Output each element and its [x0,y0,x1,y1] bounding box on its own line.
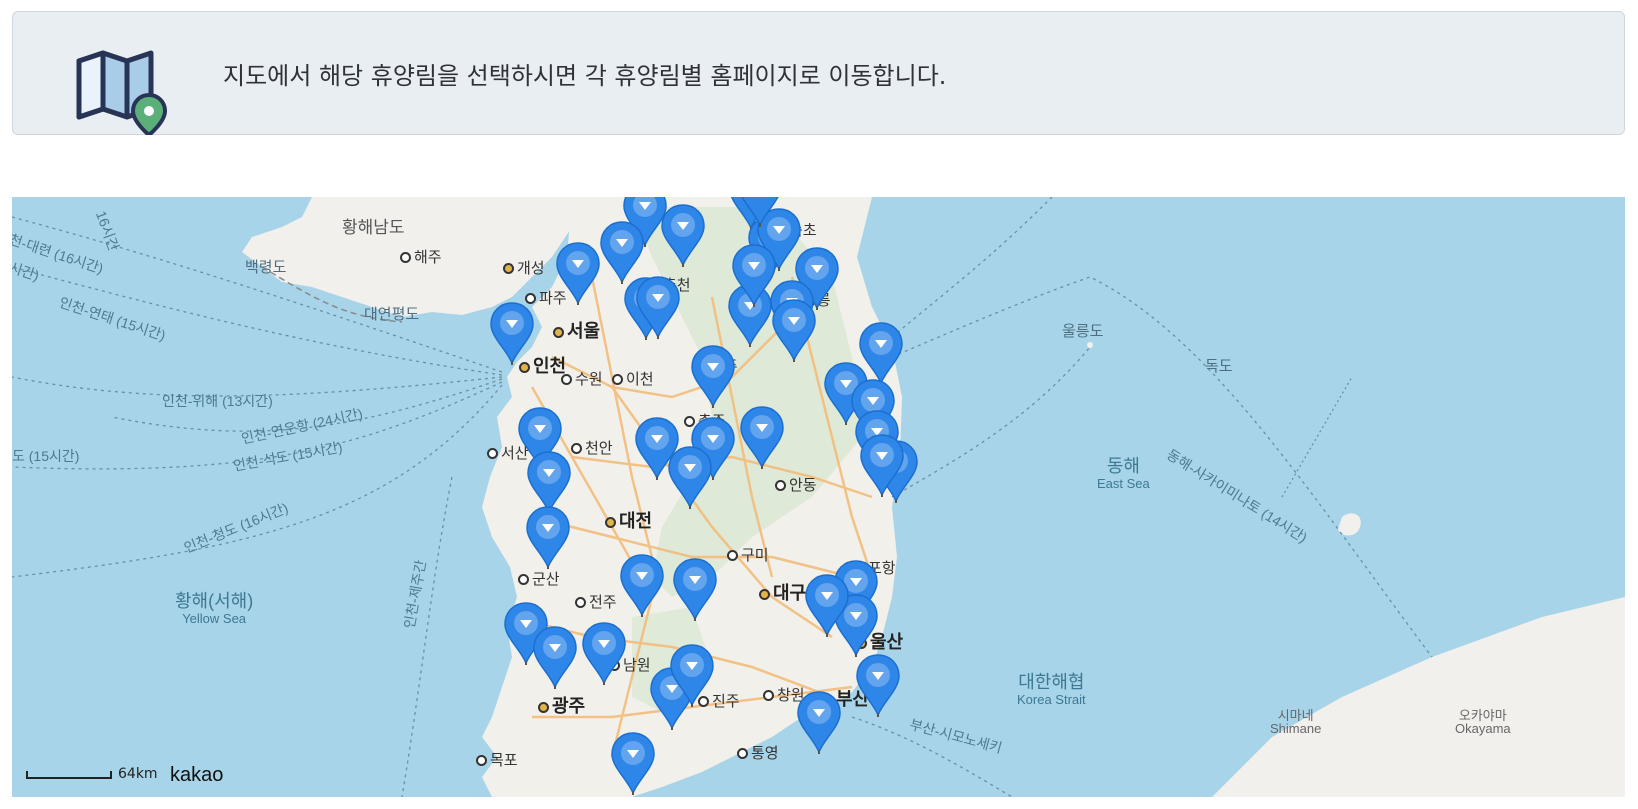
island-label: 울릉도 [1062,323,1104,340]
place-label: 이천 [612,372,654,387]
recreation-forest-marker[interactable] [635,275,681,339]
map-marker-icon [661,204,705,267]
info-banner: 지도에서 해당 휴양림을 선택하시면 각 휴양림별 홈페이지로 이동합니다. [12,11,1625,135]
route-label: 인천-위해 (13시간) [162,393,273,409]
map-marker-icon [772,299,816,362]
place-label: 천안 [571,441,613,456]
recreation-forest-marker[interactable] [804,573,850,637]
map-marker-icon [740,406,784,469]
recreation-forest-marker[interactable] [796,690,842,754]
map-marker-icon [732,244,776,307]
place-label: 통영 [737,746,779,761]
place-label: 군산 [518,572,560,587]
place-label-japan: 시마네 Shimane [1270,708,1322,736]
sea-label: 황해(서해) Yellow Sea [175,591,254,626]
map-marker-icon [670,644,714,707]
recreation-forest-marker[interactable] [525,505,571,569]
place-label: 구미 [727,548,769,563]
recreation-forest-marker[interactable] [731,243,777,307]
map-marker-icon [533,626,577,689]
map-marker-icon [741,197,779,227]
recreation-forest-marker[interactable] [489,301,535,365]
banner-message: 지도에서 해당 휴양림을 선택하시면 각 휴양림별 홈페이지로 이동합니다. [223,62,947,90]
map-marker-icon [582,622,626,685]
sea-label: 동해 East Sea [1097,456,1150,491]
recreation-forest-marker[interactable] [619,553,665,617]
recreation-forest-marker[interactable] [737,197,783,227]
place-label: 안동 [775,478,817,493]
map-marker-icon [805,574,849,637]
map-pin-icon [76,50,167,135]
place-label: 광주 [538,697,585,715]
map-marker-icon [797,691,841,754]
map-marker-icon [691,345,735,408]
place-label: 대전 [605,512,652,530]
place-label: 개성 [503,261,545,276]
recreation-forest-marker[interactable] [610,731,656,795]
recreation-forest-marker[interactable] [739,405,785,469]
recreation-forest-marker[interactable] [532,625,578,689]
recreation-forest-marker[interactable] [771,298,817,362]
recreation-forest-marker[interactable] [667,445,713,509]
place-label: 대구 [759,584,806,602]
map-marker-icon [556,242,600,305]
place-label: 전주 [575,595,617,610]
place-label: 수원 [561,372,603,387]
place-label: 목포 [476,753,518,768]
island-label: 대연평도 [364,306,420,323]
recreation-forest-marker[interactable] [672,557,718,621]
kakao-map[interactable]: 개성 해주 파주 춘천 속초 강릉 서울 인천 수원 이천 원주 천안 서산 충… [12,197,1625,797]
region-label: 황해남도 [342,218,405,237]
recreation-forest-marker[interactable] [555,241,601,305]
place-label: 해주 [400,250,442,265]
scale-bar [26,771,112,779]
map-marker-icon [611,732,655,795]
place-label: 서울 [553,322,600,340]
recreation-forest-marker[interactable] [669,643,715,707]
map-marker-icon [668,446,712,509]
island-label: 백령도 [245,259,287,276]
recreation-forest-marker[interactable] [581,621,627,685]
island-label: 독도 [1205,358,1233,375]
map-marker-icon [636,276,680,339]
recreation-forest-marker[interactable] [859,433,905,497]
recreation-forest-marker[interactable] [690,344,736,408]
map-marker-icon [673,558,717,621]
map-marker-icon [490,302,534,365]
kakao-logo: kakao [170,764,224,786]
recreation-forest-marker[interactable] [855,653,901,717]
map-marker-icon [526,506,570,569]
place-label-japan: 오카야마 Okayama [1455,708,1511,736]
map-marker-icon [856,654,900,717]
map-marker-icon [620,554,664,617]
sea-label: 대한해협 Korea Strait [1017,672,1086,707]
recreation-forest-marker[interactable] [660,203,706,267]
scale-label: 64km [118,766,158,782]
map-marker-icon [860,434,904,497]
route-label: 도 (15시간) [12,448,80,464]
